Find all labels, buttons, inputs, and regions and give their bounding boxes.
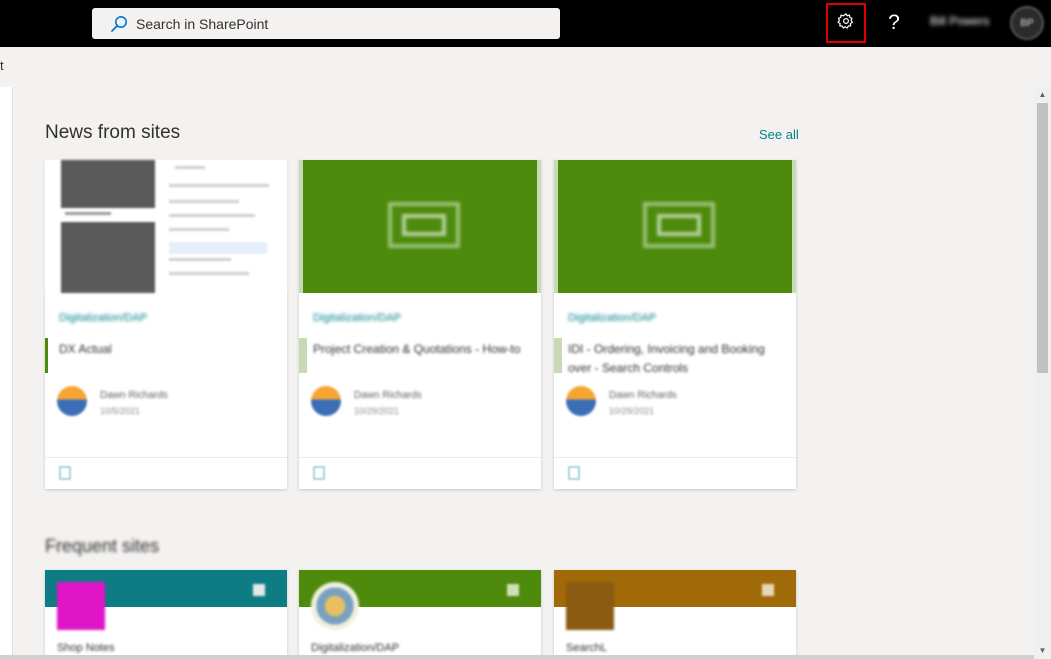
bookmark-icon[interactable]	[313, 466, 325, 480]
news-card-headline[interactable]: DX Actual	[59, 340, 271, 359]
news-card[interactable]: Digitalization/DAP IDI - Ordering, Invoi…	[554, 160, 796, 489]
news-section-title: News from sites	[45, 122, 181, 143]
left-rail	[0, 87, 13, 659]
news-card-author: Dawn Richards	[354, 390, 422, 401]
search-box[interactable]: Search in SharePoint	[92, 8, 560, 39]
news-thumbnail-image	[45, 160, 287, 293]
news-card-footer	[554, 457, 796, 489]
scroll-down-arrow-icon[interactable]: ▼	[1034, 645, 1051, 657]
news-card-date: 10/5/2021	[100, 406, 141, 416]
news-card-headline[interactable]: IDI - Ordering, Invoicing and Booking ov…	[568, 340, 780, 378]
follow-star-icon[interactable]	[253, 584, 265, 596]
news-placeholder-icon	[388, 202, 460, 248]
search-placeholder[interactable]: Search in SharePoint	[136, 16, 268, 32]
news-placeholder-icon	[643, 202, 715, 248]
news-card-footer	[299, 457, 541, 489]
news-card-accent	[554, 338, 562, 373]
author-avatar	[311, 386, 341, 416]
news-thumbnail-image	[299, 160, 541, 293]
scroll-up-arrow-icon[interactable]: ▲	[1034, 89, 1051, 101]
news-card-site[interactable]: Digitalization/DAP	[59, 312, 147, 324]
news-card[interactable]: Digitalization/DAP DX Actual Dawn Richar…	[45, 160, 287, 489]
horizontal-scroll-edge	[0, 655, 1034, 659]
author-avatar	[57, 386, 87, 416]
news-card-site[interactable]: Digitalization/DAP	[568, 312, 656, 324]
news-card-date: 10/29/2021	[609, 406, 655, 416]
bookmark-icon[interactable]	[568, 466, 580, 480]
site-name[interactable]: Shop Notes	[57, 642, 114, 654]
scroll-thumb[interactable]	[1037, 103, 1048, 373]
site-logo-icon	[311, 582, 359, 630]
site-name[interactable]: Digitalization/DAP	[311, 642, 399, 654]
news-card-author: Dawn Richards	[100, 390, 168, 401]
command-bar-fragment[interactable]: t	[0, 58, 4, 73]
search-icon	[110, 15, 128, 33]
site-logo-icon	[566, 582, 614, 630]
news-card-site[interactable]: Digitalization/DAP	[313, 312, 401, 324]
news-card-accent	[299, 338, 307, 373]
gear-icon	[837, 12, 855, 35]
frequent-sites-title: Frequent sites	[45, 536, 160, 556]
vertical-scrollbar[interactable]: ▲ ▼	[1034, 87, 1051, 659]
author-avatar	[566, 386, 596, 416]
command-bar: t	[0, 47, 1051, 87]
news-card-accent	[45, 338, 48, 373]
follow-star-icon[interactable]	[762, 584, 774, 596]
frequent-site-card[interactable]: Digitalization/DAP	[299, 570, 541, 659]
news-card[interactable]: Digitalization/DAP Project Creation & Qu…	[299, 160, 541, 489]
follow-star-icon[interactable]	[507, 584, 519, 596]
site-logo-icon	[57, 582, 105, 630]
user-name[interactable]: Bill Powers	[930, 14, 1000, 32]
settings-button[interactable]	[826, 3, 866, 43]
news-card-author: Dawn Richards	[609, 390, 677, 401]
frequent-site-card[interactable]: Shop Notes	[45, 570, 287, 659]
frequent-site-card[interactable]: SearchL	[554, 570, 796, 659]
avatar[interactable]: BP	[1010, 6, 1044, 40]
see-all-link[interactable]: See all	[759, 127, 799, 142]
help-button[interactable]: ?	[878, 5, 910, 41]
news-card-headline[interactable]: Project Creation & Quotations - How-to	[313, 340, 525, 359]
site-name[interactable]: SearchL	[566, 642, 607, 654]
suite-bar: Search in SharePoint ? Bill Powers BP	[0, 0, 1051, 47]
news-card-footer	[45, 457, 287, 489]
bookmark-icon[interactable]	[59, 466, 71, 480]
news-thumbnail-image	[554, 160, 796, 293]
news-card-date: 10/29/2021	[354, 406, 400, 416]
